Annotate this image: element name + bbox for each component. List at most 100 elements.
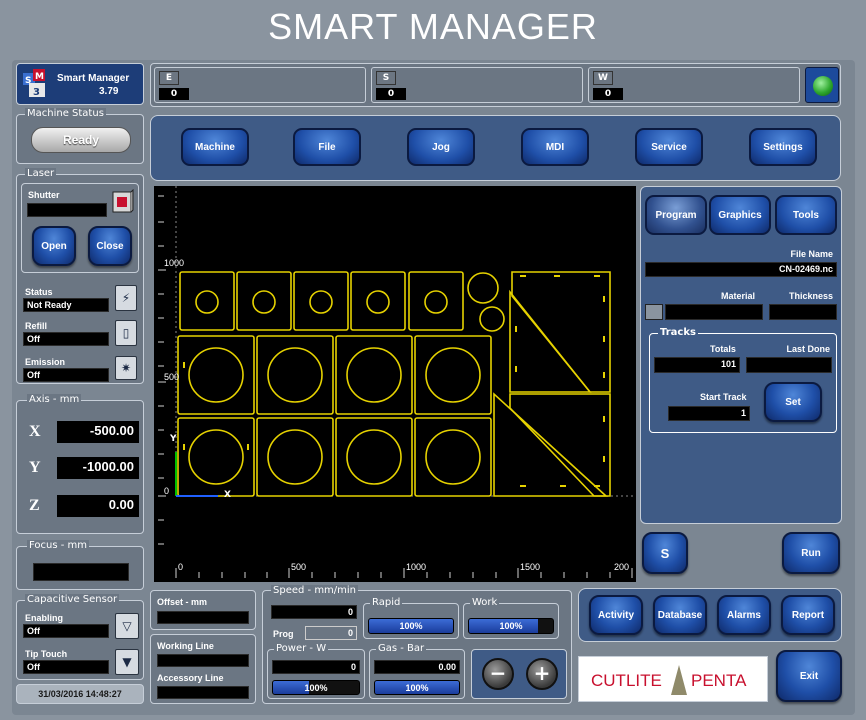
machine-status-legend: Machine Status	[25, 108, 106, 119]
status-light-icon	[805, 67, 839, 103]
status-label: Status	[25, 287, 53, 297]
x-tick-1500: 1500	[520, 562, 541, 572]
capacitive-legend: Capacitive Sensor	[25, 594, 120, 605]
minus-button[interactable]: −	[482, 658, 514, 690]
rapid-group: Rapid 100%	[363, 597, 459, 639]
brand-right-text: PENTA	[691, 671, 747, 690]
shutter-icon[interactable]	[110, 188, 136, 216]
emission-field: Off	[23, 368, 109, 382]
datetime-panel: 31/03/2016 14:48:27	[16, 684, 144, 704]
top-status-bar: E 0 S 0 W 0	[150, 63, 841, 107]
tab-graphics[interactable]: Graphics	[709, 195, 771, 235]
open-button[interactable]: Open	[32, 226, 76, 266]
rapid-bar: 100%	[368, 618, 454, 634]
svg-text:3: 3	[33, 87, 40, 98]
focus-panel: Focus - mm	[16, 540, 144, 590]
refill-icon: ▯	[115, 320, 137, 346]
working-line-label: Working Line	[157, 641, 214, 651]
axis-y-label: Y	[29, 459, 41, 476]
report-button[interactable]: Report	[781, 595, 835, 635]
gas-field: 0.00	[374, 660, 460, 674]
svg-text:M: M	[35, 72, 44, 82]
sensor-check-icon[interactable]: ▽	[115, 613, 139, 639]
tab-tools[interactable]: Tools	[775, 195, 837, 235]
tip-touch-label: Tip Touch	[25, 649, 68, 659]
axis-legend: Axis - mm	[27, 394, 82, 405]
tab-jog[interactable]: Jog	[407, 128, 475, 166]
start-track-field: 1	[668, 406, 750, 421]
tab-settings[interactable]: Settings	[749, 128, 817, 166]
accessory-line-field	[157, 686, 249, 699]
gas-bar: 100%	[374, 680, 460, 695]
graphics-canvas[interactable]: 1000 500 0 Y X 0 500 1000 1500 200	[154, 186, 636, 582]
status-lightning-icon: ⚡	[115, 285, 137, 311]
s-button[interactable]: S	[642, 532, 688, 574]
rapid-pct: 100%	[399, 621, 423, 631]
svg-text:S: S	[25, 76, 31, 86]
thickness-label: Thickness	[788, 291, 833, 301]
refill-field: Off	[23, 332, 109, 346]
tracks-group: Tracks Totals Last Done 101 Start Track …	[649, 327, 837, 433]
database-button[interactable]: Database	[653, 595, 707, 635]
process-panel: Speed - mm/min 0 Prog 0 Rapid 100% Work …	[262, 585, 572, 704]
tracks-legend: Tracks	[658, 327, 698, 338]
power-pct: 100%	[304, 683, 328, 693]
lines-panel: Working Line Accessory Line	[150, 634, 256, 704]
axis-y-value: -1000.00	[57, 457, 139, 479]
axis-x-label: X	[29, 423, 41, 440]
datetime-text: 31/03/2016 14:48:27	[38, 689, 122, 699]
offset-label: Offset - mm	[157, 597, 208, 607]
tab-mdi[interactable]: MDI	[521, 128, 589, 166]
page-title: SMART MANAGER	[268, 6, 598, 47]
gas-group: Gas - Bar 0.00 100%	[369, 643, 465, 699]
exit-button[interactable]: Exit	[776, 650, 842, 702]
y-tick-500: 500	[164, 372, 180, 382]
bottom-buttons-panel: Activity Database Alarms Report	[578, 588, 842, 642]
gas-legend: Gas - Bar	[376, 643, 427, 654]
focus-legend: Focus - mm	[27, 540, 90, 551]
speed-legend: Speed - mm/min	[271, 585, 359, 596]
nav-bar: Machine File Jog MDI Service Settings	[150, 115, 841, 181]
counter-w-letter: W	[593, 71, 613, 85]
enabling-label: Enabling	[25, 613, 63, 623]
shutter-field	[27, 203, 107, 217]
set-button[interactable]: Set	[764, 382, 822, 422]
axis-z-value: 0.00	[57, 495, 139, 517]
capacitive-sensor-panel: Capacitive Sensor Enabling Off ▽ Tip Tou…	[16, 594, 144, 680]
file-name-field: CN-02469.nc	[645, 262, 837, 277]
material-swatch	[645, 304, 663, 320]
tip-touch-icon[interactable]: ▼	[115, 649, 139, 675]
plus-button[interactable]: +	[526, 658, 558, 690]
alarms-button[interactable]: Alarms	[717, 595, 771, 635]
working-line-field	[157, 654, 249, 667]
tab-program[interactable]: Program	[645, 195, 707, 235]
emission-star-icon: ✷	[115, 356, 137, 380]
shutter-group: Shutter Open Close	[21, 183, 139, 273]
prog-field: 0	[305, 626, 357, 640]
accessory-line-label: Accessory Line	[157, 673, 224, 683]
axis-z-label: Z	[29, 497, 40, 514]
counter-e-letter: E	[159, 71, 179, 85]
origin-y-label: Y	[170, 434, 177, 444]
emission-label: Emission	[25, 357, 66, 367]
rapid-legend: Rapid	[370, 597, 403, 608]
x-tick-500: 500	[291, 562, 307, 572]
activity-button[interactable]: Activity	[589, 595, 643, 635]
y-tick-1000: 1000	[164, 258, 185, 268]
totals-field: 101	[654, 357, 740, 373]
counter-e: E 0	[154, 67, 366, 103]
tab-machine[interactable]: Machine	[181, 128, 249, 166]
brand-triangle-icon	[671, 665, 687, 695]
material-field	[665, 304, 763, 320]
tab-file[interactable]: File	[293, 128, 361, 166]
work-group: Work 100%	[463, 597, 559, 639]
tab-service[interactable]: Service	[635, 128, 703, 166]
close-button[interactable]: Close	[88, 226, 132, 266]
brand-left-text: CUTLITE	[591, 671, 662, 690]
laser-panel: Laser Shutter Open Close Status Not Read…	[16, 168, 144, 384]
offset-panel: Offset - mm	[150, 590, 256, 630]
run-button[interactable]: Run	[782, 532, 840, 574]
origin-x-label: X	[224, 490, 231, 500]
power-legend: Power - W	[274, 643, 329, 654]
shutter-label: Shutter	[28, 190, 60, 200]
